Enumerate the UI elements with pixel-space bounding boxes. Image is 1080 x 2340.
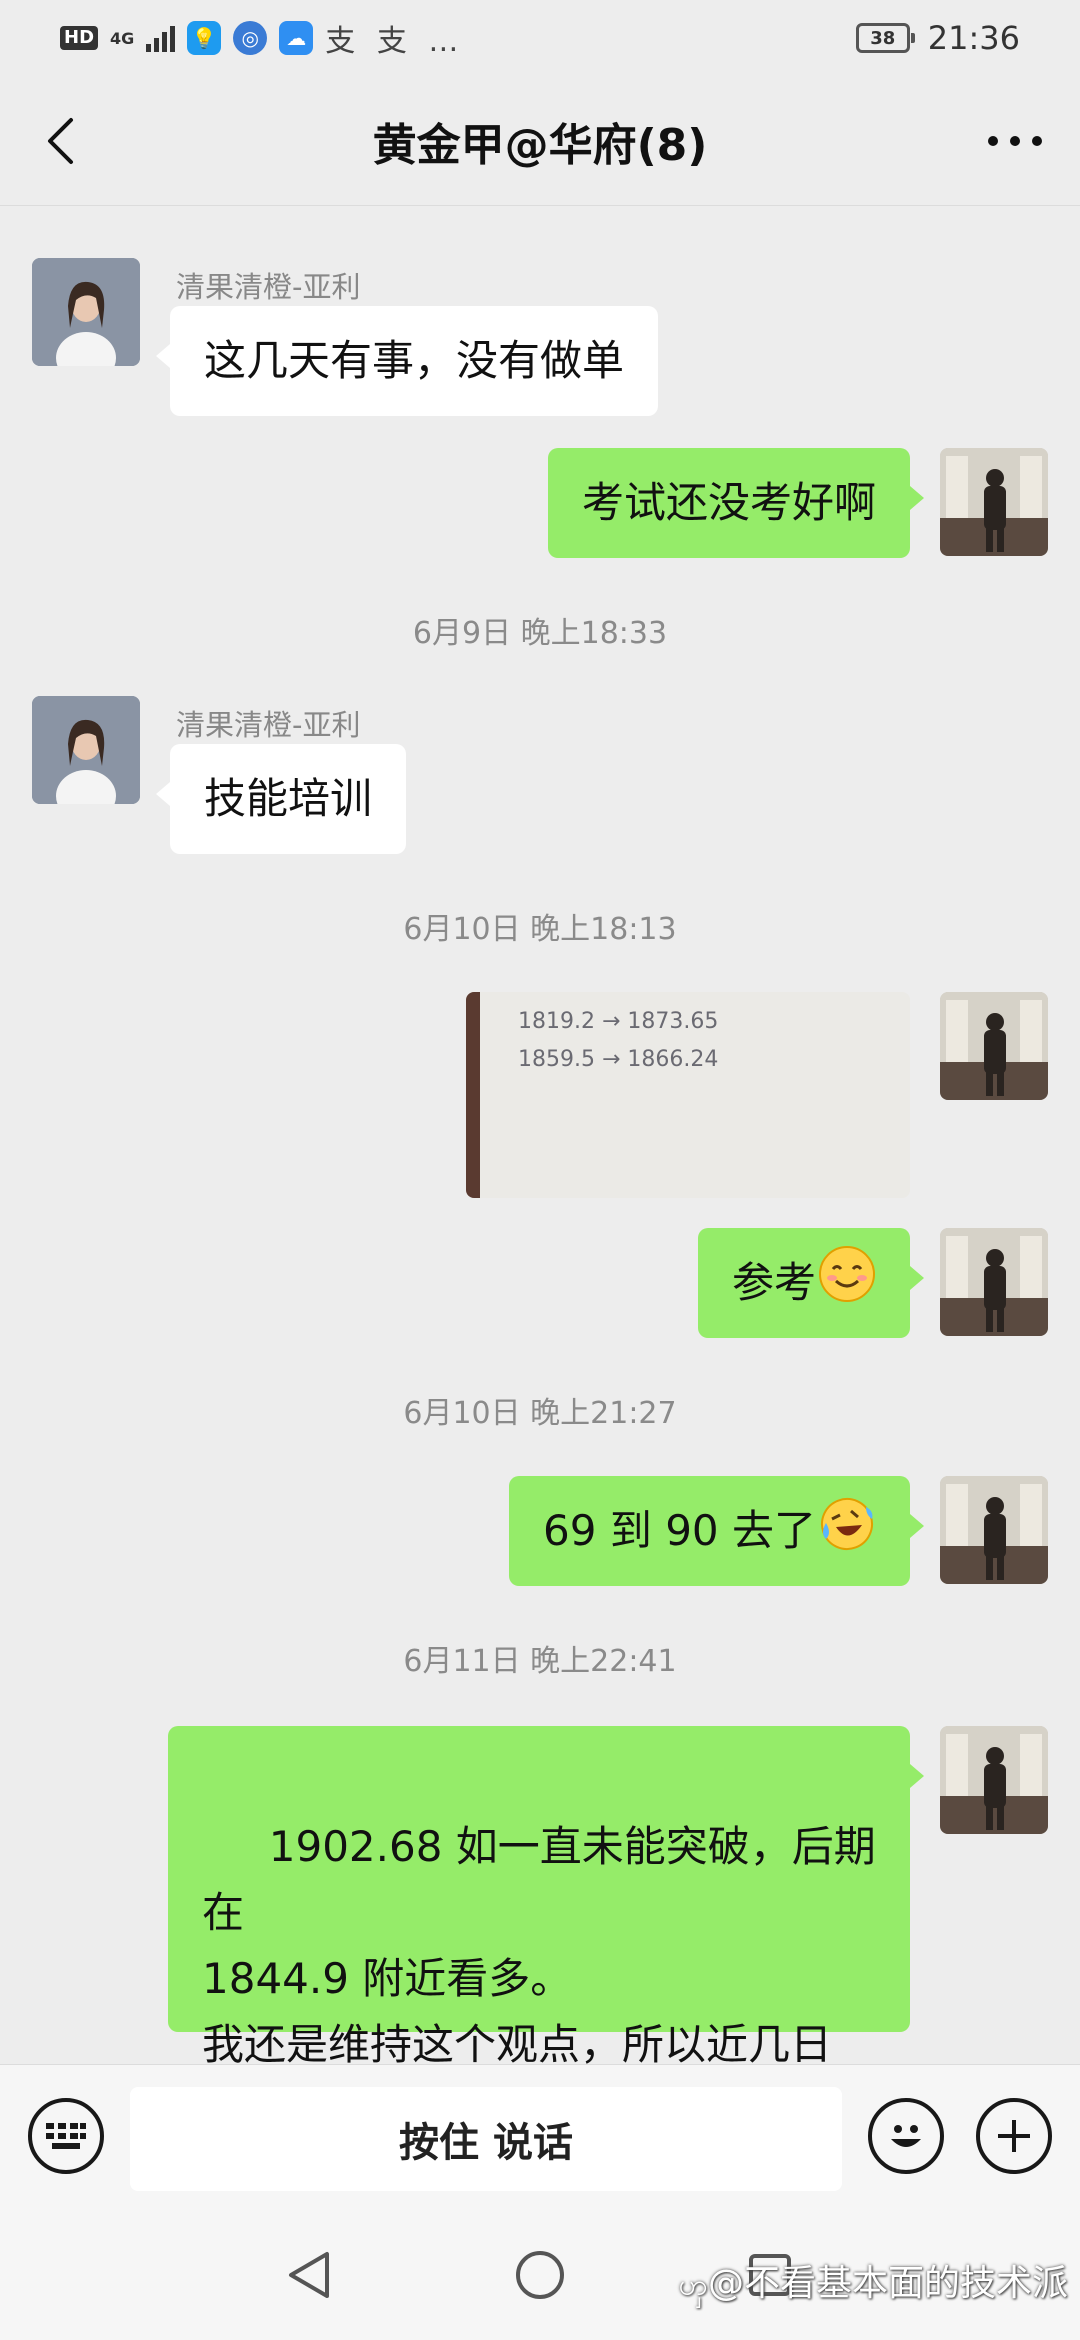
message-text: 考试还没考好啊 xyxy=(581,478,876,527)
sender-name: 清果清橙-亚利 xyxy=(176,270,361,304)
watermark-text: @不看基本面的技术派 xyxy=(707,2263,1068,2304)
back-button[interactable] xyxy=(30,111,90,171)
avatar[interactable] xyxy=(940,1476,1048,1584)
message-text: 69 到 90 去了 xyxy=(543,1506,816,1555)
image-line-1: 1819.2 → 1873.65 xyxy=(518,1009,718,1034)
image-message[interactable]: 1819.2 → 1873.65 1859.5 → 1866.24 xyxy=(466,992,910,1198)
keyboard-icon xyxy=(46,2123,86,2149)
avatar[interactable] xyxy=(32,696,140,804)
more-functions-button[interactable] xyxy=(976,2098,1052,2174)
message-bubble[interactable]: 参考 xyxy=(697,1228,925,1338)
signal-icon xyxy=(146,24,176,52)
message-text: 参考 xyxy=(731,1258,816,1307)
browser-app-icon: ◎ xyxy=(233,21,268,55)
nav-back-button[interactable] xyxy=(278,2245,338,2305)
clock: 21:36 xyxy=(927,19,1020,57)
message-text: 这几天有事，没有做单 xyxy=(204,336,625,385)
man-avatar-icon xyxy=(940,1476,1048,1584)
man-avatar-icon xyxy=(940,1228,1048,1336)
message-bubble[interactable]: 考试还没考好啊 xyxy=(547,448,925,558)
circle-home-icon xyxy=(516,2251,564,2299)
status-right: 38 21:36 xyxy=(855,19,1020,57)
plus-icon xyxy=(998,2120,1030,2152)
watermark: ၯ@不看基本面的技术派 xyxy=(679,2254,1068,2310)
chat-header: 黄金甲@华府(8) xyxy=(0,76,1080,206)
chat-messages: 清果清橙-亚利 这几天有事，没有做单 考试还没考好啊 6月9日 晚上18:33 … xyxy=(0,0,1080,2135)
message-timestamp: 6月10日 晚上18:13 xyxy=(403,912,677,947)
triangle-back-icon xyxy=(289,2252,329,2298)
nav-home-button[interactable] xyxy=(510,2245,570,2305)
status-bar: HD 4G 💡 ◎ ☁ 支 支 … 38 21:36 xyxy=(0,0,1080,76)
image-line-2: 1859.5 → 1866.24 xyxy=(518,1047,718,1072)
system-nav-bar: ၯ@不看基本面的技术派 xyxy=(0,2210,1080,2340)
chevron-left-icon xyxy=(48,118,73,164)
status-left-icons: HD 4G 💡 ◎ ☁ 支 支 … xyxy=(60,16,464,60)
message-timestamp: 6月9日 晚上18:33 xyxy=(412,616,668,651)
smiling-face-emoji-icon xyxy=(818,1245,876,1322)
message-timestamp: 6月11日 晚上22:41 xyxy=(403,1644,677,1679)
more-dots-icon xyxy=(988,136,1042,146)
avatar[interactable] xyxy=(940,992,1048,1100)
message-timestamp: 6月10日 晚上21:27 xyxy=(403,1396,677,1431)
sender-name: 清果清橙-亚利 xyxy=(176,708,361,742)
handwritten-note-image: 1819.2 → 1873.65 1859.5 → 1866.24 xyxy=(466,992,910,1198)
smiley-icon xyxy=(891,2125,921,2147)
avatar[interactable] xyxy=(940,448,1048,556)
cloud-app-icon: ☁ xyxy=(279,21,314,55)
status-extra-icons: 支 支 … xyxy=(325,24,465,59)
hold-to-talk-button[interactable]: 按住 说话 xyxy=(130,2087,842,2191)
emoji-button[interactable] xyxy=(868,2098,944,2174)
woman-avatar-icon xyxy=(32,258,140,366)
avatar[interactable] xyxy=(32,258,140,366)
hd-icon: HD xyxy=(60,26,99,50)
message-bubble[interactable]: 技能培训 xyxy=(155,744,407,854)
man-avatar-icon xyxy=(940,992,1048,1100)
keyboard-toggle-button[interactable] xyxy=(28,2098,104,2174)
message-bubble[interactable]: 这几天有事，没有做单 xyxy=(155,306,659,416)
weibo-icon: ၯ xyxy=(678,2268,708,2303)
chat-input-bar: 按住 说话 xyxy=(0,2064,1080,2210)
laughing-crying-face-emoji-icon xyxy=(818,1493,876,1570)
man-avatar-icon xyxy=(940,448,1048,556)
avatar[interactable] xyxy=(940,1228,1048,1336)
network-label: 4G xyxy=(110,28,135,48)
avatar[interactable] xyxy=(940,1726,1048,1834)
man-avatar-icon xyxy=(940,1726,1048,1834)
chat-title: 黄金甲@华府(8) xyxy=(372,119,708,171)
message-bubble[interactable]: 69 到 90 去了 xyxy=(509,1476,924,1586)
woman-avatar-icon xyxy=(32,696,140,804)
battery-icon: 38 xyxy=(855,23,915,53)
bulb-app-icon: 💡 xyxy=(187,21,222,55)
more-options-button[interactable] xyxy=(980,111,1050,171)
message-text: 技能培训 xyxy=(204,774,373,823)
message-bubble[interactable]: 1902.68 如一直未能突破，后期在 1844.9 附近看多。 我还是维持这个… xyxy=(168,1726,924,2135)
